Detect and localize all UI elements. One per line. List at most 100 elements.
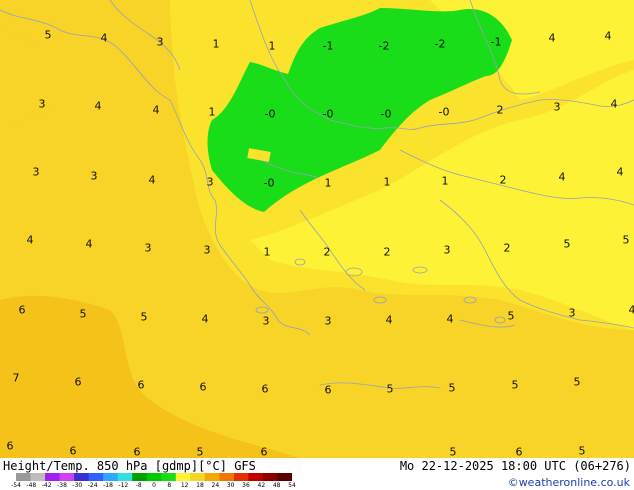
footer-bar: Height/Temp. 850 hPa [gdmp][°C] GFS Mo 2…: [0, 458, 634, 490]
color-scale-swatch: [204, 473, 220, 481]
color-scale-tick: 8: [167, 482, 172, 489]
temperature-label: 1: [212, 37, 220, 51]
temperature-label: 1: [263, 245, 271, 259]
temperature-label: 4: [152, 103, 160, 117]
temperature-label: 1: [268, 39, 276, 53]
temperature-label: 3: [90, 169, 98, 183]
temperature-label: -1: [322, 39, 334, 53]
color-scale-tick: -42: [41, 482, 52, 489]
temperature-label: 5: [573, 375, 581, 389]
color-scale-tick: -18: [103, 482, 113, 489]
temperature-label: 3: [568, 306, 576, 320]
map-title: Height/Temp. 850 hPa [gdmp][°C] GFS: [3, 459, 256, 473]
temperature-label: 6: [260, 445, 268, 458]
color-scale-swatch: [117, 473, 133, 481]
color-scale-tick: 36: [242, 482, 250, 489]
temperature-label: 6: [515, 445, 523, 458]
temperature-label: 2: [503, 241, 511, 255]
temperature-label: 5: [622, 233, 630, 247]
temperature-label: -2: [434, 37, 446, 51]
map-area: 5 4 3 1 1 -1 -2 -2 -1 4 4 3 4 4 1 -0 -0 -0 -0 2 3 4 3 3 4 3 -0 1 1 1 2…: [0, 0, 634, 458]
temperature-label: 3: [156, 35, 164, 49]
temperature-label: 3: [553, 100, 561, 114]
temperature-label: 6: [69, 444, 77, 458]
color-scale-tick: 54: [288, 482, 296, 489]
color-scale-swatch: [88, 473, 104, 481]
color-scale-swatch: [161, 473, 177, 481]
temperature-label: 5: [507, 309, 515, 323]
temperature-label: 5: [44, 28, 52, 42]
temperature-label: 2: [496, 103, 504, 117]
temperature-label: 6: [324, 383, 332, 397]
temperature-label: 5: [563, 237, 571, 251]
color-scale-tick: -48: [26, 482, 37, 489]
temperature-label: 3: [38, 97, 46, 111]
temperature-label: 6: [133, 445, 141, 458]
color-scale-tick: -24: [87, 482, 98, 489]
temperature-label: 6: [199, 380, 207, 394]
temperature-label: 2: [383, 245, 391, 259]
color-scale-swatch: [103, 473, 119, 481]
color-scale-tick: 30: [226, 482, 235, 489]
color-scale-swatch: [59, 473, 75, 481]
temperature-label: 7: [12, 371, 20, 385]
temperature-label: 3: [324, 314, 332, 328]
temperature-label: -2: [378, 39, 390, 53]
temperature-label: 4: [558, 170, 566, 184]
color-scale-tick: 12: [180, 482, 189, 489]
color-scale-swatch: [219, 473, 235, 481]
temperature-label: 1: [208, 105, 216, 119]
temperature-label: -0: [322, 107, 334, 121]
temperature-label: 4: [616, 165, 624, 179]
temperature-label: 5: [140, 310, 148, 324]
temperature-label: 3: [32, 165, 40, 179]
temperature-label: 4: [26, 233, 34, 247]
temperature-label: 4: [148, 173, 156, 187]
temperature-map: [0, 0, 634, 458]
color-scale-swatch: [248, 473, 264, 481]
temperature-label: 5: [386, 382, 394, 396]
color-scale-swatch: [30, 473, 46, 481]
temperature-label: 1: [441, 174, 449, 188]
temperature-label: 4: [446, 312, 454, 326]
map-date: Mo 22-12-2025 18:00 UTC (06+276): [399, 459, 631, 473]
temperature-label: 4: [94, 99, 102, 113]
temperature-label: 4: [610, 97, 618, 111]
color-scale-swatch: [277, 473, 292, 481]
color-scale-swatch: [175, 473, 191, 481]
temperature-label: 4: [85, 237, 93, 251]
temperature-label: 5: [448, 381, 456, 395]
temperature-label: 3: [206, 175, 214, 189]
color-scale-tick: -12: [118, 482, 129, 489]
color-scale-tick: -8: [135, 482, 142, 489]
color-scale-swatch: [233, 473, 249, 481]
color-scale-tick: 48: [272, 482, 281, 489]
temperature-label: 1: [383, 175, 391, 189]
temperature-label: 2: [323, 245, 331, 259]
color-scale-ticks: -54 -48 -42 -38 -30 -24 -18 -12 -8 0 8 12 18 24 30 36 42…: [11, 482, 296, 490]
temperature-label: 5: [79, 307, 87, 321]
color-scale-tick: 0: [152, 482, 156, 489]
temperature-label: 5: [449, 445, 457, 458]
temperature-label: 3: [144, 241, 152, 255]
color-scale-swatch: [45, 473, 61, 481]
temperature-label: 1: [324, 176, 332, 190]
temperature-label: 3: [443, 243, 451, 257]
temperature-label: 4: [548, 31, 556, 45]
site-credit: ©weatheronline.co.uk: [507, 476, 630, 489]
temperature-label: 3: [262, 314, 270, 328]
temperature-label: 6: [74, 375, 82, 389]
temperature-label: 5: [578, 444, 586, 458]
color-scale-tick: 18: [196, 482, 204, 489]
color-scale-tick: 24: [211, 482, 220, 489]
color-scale-swatch: [16, 473, 32, 481]
temperature-label: -0: [263, 176, 275, 190]
temperature-label: 6: [137, 378, 145, 392]
temperature-label: 4: [628, 303, 634, 317]
temperature-label: 5: [196, 445, 204, 458]
temperature-label: -0: [380, 107, 392, 121]
temperature-label: 4: [604, 29, 612, 43]
color-scale-tick: 42: [257, 482, 266, 489]
temperature-label: -1: [490, 35, 502, 49]
temperature-label: 3: [203, 243, 211, 257]
